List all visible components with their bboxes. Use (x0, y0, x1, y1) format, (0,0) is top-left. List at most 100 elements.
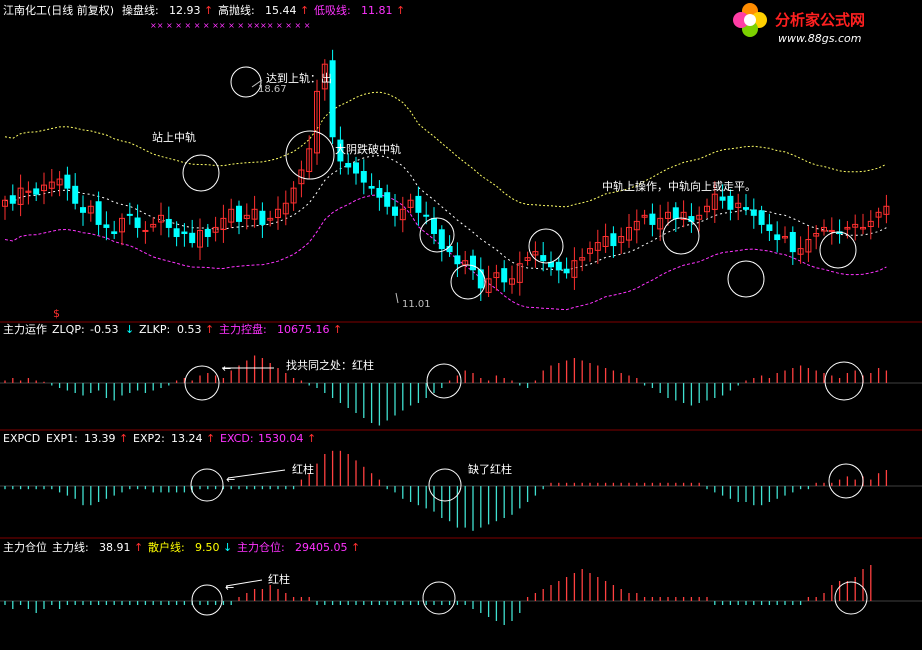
panel2-header: 主力运作 ZLQP: -0.53 ↓ ZLKP: 0.53 ↑ 主力控盘: 10675.16 ↑ (3, 322, 342, 336)
indicator-label: ZLKP: (139, 323, 170, 336)
stock-title: 江南化工(日线 前复权) (3, 3, 114, 17)
candle-body (563, 268, 570, 274)
candle-body (236, 205, 242, 222)
trend-arrow-icon: ↓ (223, 541, 232, 554)
indicator-value: 15.44 (265, 4, 297, 17)
candle-body (360, 171, 367, 183)
highlight-circle (191, 584, 223, 616)
indicator-value: 13.39 (84, 432, 116, 445)
trend-arrow-icon: ↑ (396, 4, 405, 17)
trend-arrow-icon: ↑ (300, 4, 309, 17)
arrow-line (227, 469, 286, 479)
candle-body (259, 210, 266, 225)
highlight-circle (819, 231, 857, 269)
trend-arrow-icon: ↓ (125, 323, 134, 336)
candle-body (743, 207, 749, 210)
candle-body (470, 255, 476, 271)
panel-title: 主力运作 (3, 323, 47, 336)
candle-body (134, 217, 141, 228)
candle-body (555, 261, 562, 271)
arrow-head-icon: ← (226, 473, 235, 486)
candle-body (181, 231, 188, 234)
candle-body (72, 185, 79, 204)
flower-logo-icon (733, 3, 767, 37)
panel4-histogram (0, 565, 922, 625)
indicator-value: 38.91 (99, 541, 131, 554)
panel3-note-missing: 缺了红柱 (468, 462, 512, 476)
indicator-label: 散户线: (148, 540, 185, 554)
candle-body (672, 207, 679, 219)
highlight-circle (182, 154, 220, 192)
panel3-histogram (0, 450, 922, 531)
indicator-label: 低吸线: (314, 3, 351, 17)
trend-arrow-icon: ↑ (134, 541, 143, 554)
indicator-value: 12.93 (169, 4, 201, 17)
logo-url: www.88gs.com (778, 32, 861, 45)
low-pointer (395, 292, 399, 304)
trend-arrow-icon: ↑ (204, 4, 213, 17)
high-value-label: 18.67 (258, 84, 287, 95)
candles (2, 49, 890, 301)
candle-body (540, 255, 547, 262)
candle-body (727, 195, 734, 210)
annotation-break-mid: 大阴跌破中轨 (335, 142, 401, 156)
stock-chart: 江南化工(日线 前复权) 操盘线: 12.93 ↑ 高抛线: 15.44 ↑ 低吸线: 11.… (0, 3, 922, 625)
highlight-circle (190, 468, 224, 502)
indicator-label: 操盘线: (122, 3, 159, 17)
candle-body (423, 214, 430, 217)
candle-body (64, 174, 71, 189)
candle-body (384, 192, 391, 207)
candle-body (766, 224, 773, 231)
header-indicators: 操盘线: 12.93 ↑ 高抛线: 15.44 ↑ 低吸线: 11.81 ↑ (122, 3, 405, 17)
annotation-mid-rail-up: 中轨上操作，中轨向上或走平。 (602, 179, 756, 193)
candle-body (376, 188, 383, 198)
indicator-value: 1530.04 (258, 432, 304, 445)
trend-arrow-icon: ↑ (119, 432, 128, 445)
trend-arrow-icon: ↑ (307, 432, 316, 445)
indicator-value: 11.81 (361, 4, 393, 17)
low-value-label: 11.01 (402, 299, 431, 310)
indicator-value: -0.53 (90, 323, 118, 336)
chart-window: 江南化工(日线 前复权) 操盘线: 12.93 ↑ 高抛线: 15.44 ↑ 低吸线: 11.… (0, 0, 922, 650)
arrow-head-icon: ← (225, 581, 234, 594)
indicator-label: 主力仓位: (237, 540, 285, 554)
candle-body (774, 234, 781, 241)
candle-body (368, 186, 375, 189)
indicator-label: 主力控盘: (219, 322, 267, 336)
indicator-value: 13.24 (171, 432, 203, 445)
candle-body (392, 206, 398, 216)
candle-body (165, 218, 172, 228)
candle-body (204, 228, 211, 238)
trend-arrow-icon: ↑ (206, 432, 215, 445)
candle-body (9, 195, 16, 204)
candle-body (33, 188, 40, 195)
indicator-value: 9.50 (195, 541, 220, 554)
candle-body (95, 201, 102, 225)
indicator-value: 0.53 (177, 323, 202, 336)
logo: 分析家公式网 www.88gs.com (733, 3, 865, 45)
panel3-note-red: 红柱 (292, 462, 314, 476)
candle-body (103, 224, 110, 228)
highlight-circle (828, 463, 864, 499)
indicator-label: 高抛线: (218, 3, 255, 17)
candle-body (189, 232, 196, 244)
candle-body (173, 228, 180, 238)
candle-body (610, 233, 617, 247)
indicator-label: EXP1: (46, 432, 78, 445)
candle-body (353, 162, 359, 174)
highlight-circle (727, 260, 765, 298)
indicator-label: 主力线: (52, 540, 89, 554)
panel4-header: 主力仓位 主力线: 38.91 ↑ 散户线: 9.50 ↓ 主力仓位: 29405.05 ↑ (3, 540, 360, 554)
candle-body (345, 162, 352, 168)
indicator-label: EXCD: (220, 432, 254, 445)
candle-body (649, 213, 656, 225)
candle-body (142, 229, 149, 232)
candle-body (454, 255, 461, 265)
panel2-note: 找共同之处：红柱 (286, 358, 374, 372)
candle-body (446, 245, 453, 253)
indicator-label: EXP2: (133, 432, 165, 445)
logo-name: 分析家公式网 (775, 11, 865, 29)
candle-body (750, 209, 757, 216)
panel4-note: 红柱 (268, 572, 290, 586)
trend-arrow-icon: ↑ (205, 323, 214, 336)
